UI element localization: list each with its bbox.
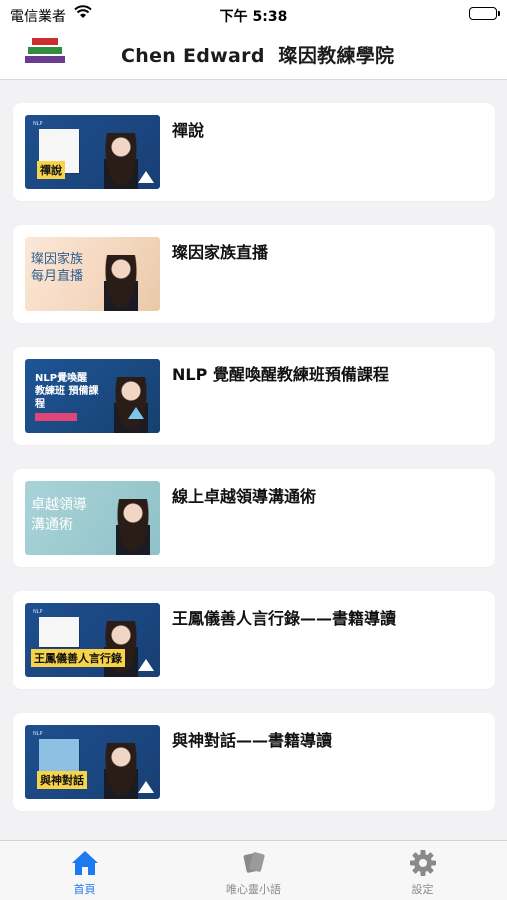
presenter-image	[104, 255, 138, 311]
thumbnail-label: 王鳳儀善人言行錄	[31, 649, 125, 667]
triangle-decoration	[128, 407, 144, 419]
status-time: 下午 5:38	[219, 9, 288, 25]
course-thumbnail: NLP 王鳳儀善人言行錄	[25, 603, 160, 677]
course-title: NLP 覺醒喚醒教練班預備課程	[172, 365, 389, 384]
course-card-chan-shuo[interactable]: NLP 禪說 禪說	[13, 103, 495, 201]
course-thumbnail: 卓越領導 溝通術	[25, 481, 160, 555]
thumbnail-caption: NLP	[33, 609, 43, 615]
gear-icon	[408, 849, 438, 877]
thumbnail-tag	[35, 413, 77, 421]
navigation-bar: Chen Edward 璨因教練學院	[0, 28, 507, 80]
course-card-leadership[interactable]: 卓越領導 溝通術 線上卓越領導溝通術	[13, 469, 495, 567]
course-title: 王鳳儀善人言行錄——書籍導讀	[172, 609, 397, 628]
thumbnail-caption: NLP	[33, 121, 43, 127]
page-title: Chen Edward 璨因教練學院	[121, 45, 395, 67]
course-thumbnail: NLP 與神對話	[25, 725, 160, 799]
tab-label: 首頁	[73, 883, 96, 896]
tab-label: 設定	[411, 883, 434, 896]
thumbnail-label: 與神對話	[37, 771, 87, 789]
course-card-conversations-with-god[interactable]: NLP 與神對話 與神對話——書籍導讀	[13, 713, 495, 811]
cards-icon	[239, 849, 269, 877]
tab-mind-quotes[interactable]: 唯心靈小語	[169, 841, 338, 900]
course-thumbnail: NLP覺喚醒 教練班 預備課程	[25, 359, 160, 433]
course-title: 與神對話——書籍導讀	[172, 731, 333, 750]
course-title: 禪說	[172, 121, 205, 140]
thumbnail-label: NLP覺喚醒 教練班 預備課程	[35, 373, 99, 410]
triangle-decoration	[138, 659, 154, 671]
course-card-nlp[interactable]: NLP覺喚醒 教練班 預備課程 NLP 覺醒喚醒教練班預備課程	[13, 347, 495, 445]
home-icon	[70, 849, 100, 877]
thumbnail-caption: NLP	[33, 731, 43, 737]
course-card-family-live[interactable]: 璨因家族 每月直播 璨因家族直播	[13, 225, 495, 323]
thumbnail-label: 璨因家族 每月直播	[31, 252, 84, 284]
course-thumbnail: 璨因家族 每月直播	[25, 237, 160, 311]
thumbnail-label: 禪說	[37, 161, 65, 179]
course-list: NLP 禪說 禪說 璨因家族 每月直播 璨因家族直播 NLP覺喚醒 教練班 預備…	[13, 103, 495, 835]
presenter-image	[114, 377, 148, 433]
course-thumbnail: NLP 禪說	[25, 115, 160, 189]
tab-home[interactable]: 首頁	[0, 841, 169, 900]
course-card-wang-fengyi[interactable]: NLP 王鳳儀善人言行錄 王鳳儀善人言行錄——書籍導讀	[13, 591, 495, 689]
battery-icon	[469, 7, 500, 20]
tab-bar: 首頁 唯心靈小語 設定	[0, 840, 507, 900]
thumbnail-label: 卓越領導 溝通術	[31, 497, 87, 533]
app-logo	[25, 38, 65, 70]
presenter-image	[104, 133, 138, 189]
status-bar: 電信業者 下午 5:38	[0, 0, 507, 28]
triangle-decoration	[138, 171, 154, 183]
tab-settings[interactable]: 設定	[338, 841, 507, 900]
thumbnail-panel	[39, 617, 79, 647]
presenter-image	[116, 499, 150, 555]
presenter-image	[104, 743, 138, 799]
course-title: 線上卓越領導溝通術	[172, 487, 317, 506]
triangle-decoration	[138, 781, 154, 793]
tab-label: 唯心靈小語	[226, 883, 281, 896]
course-title: 璨因家族直播	[172, 243, 269, 262]
